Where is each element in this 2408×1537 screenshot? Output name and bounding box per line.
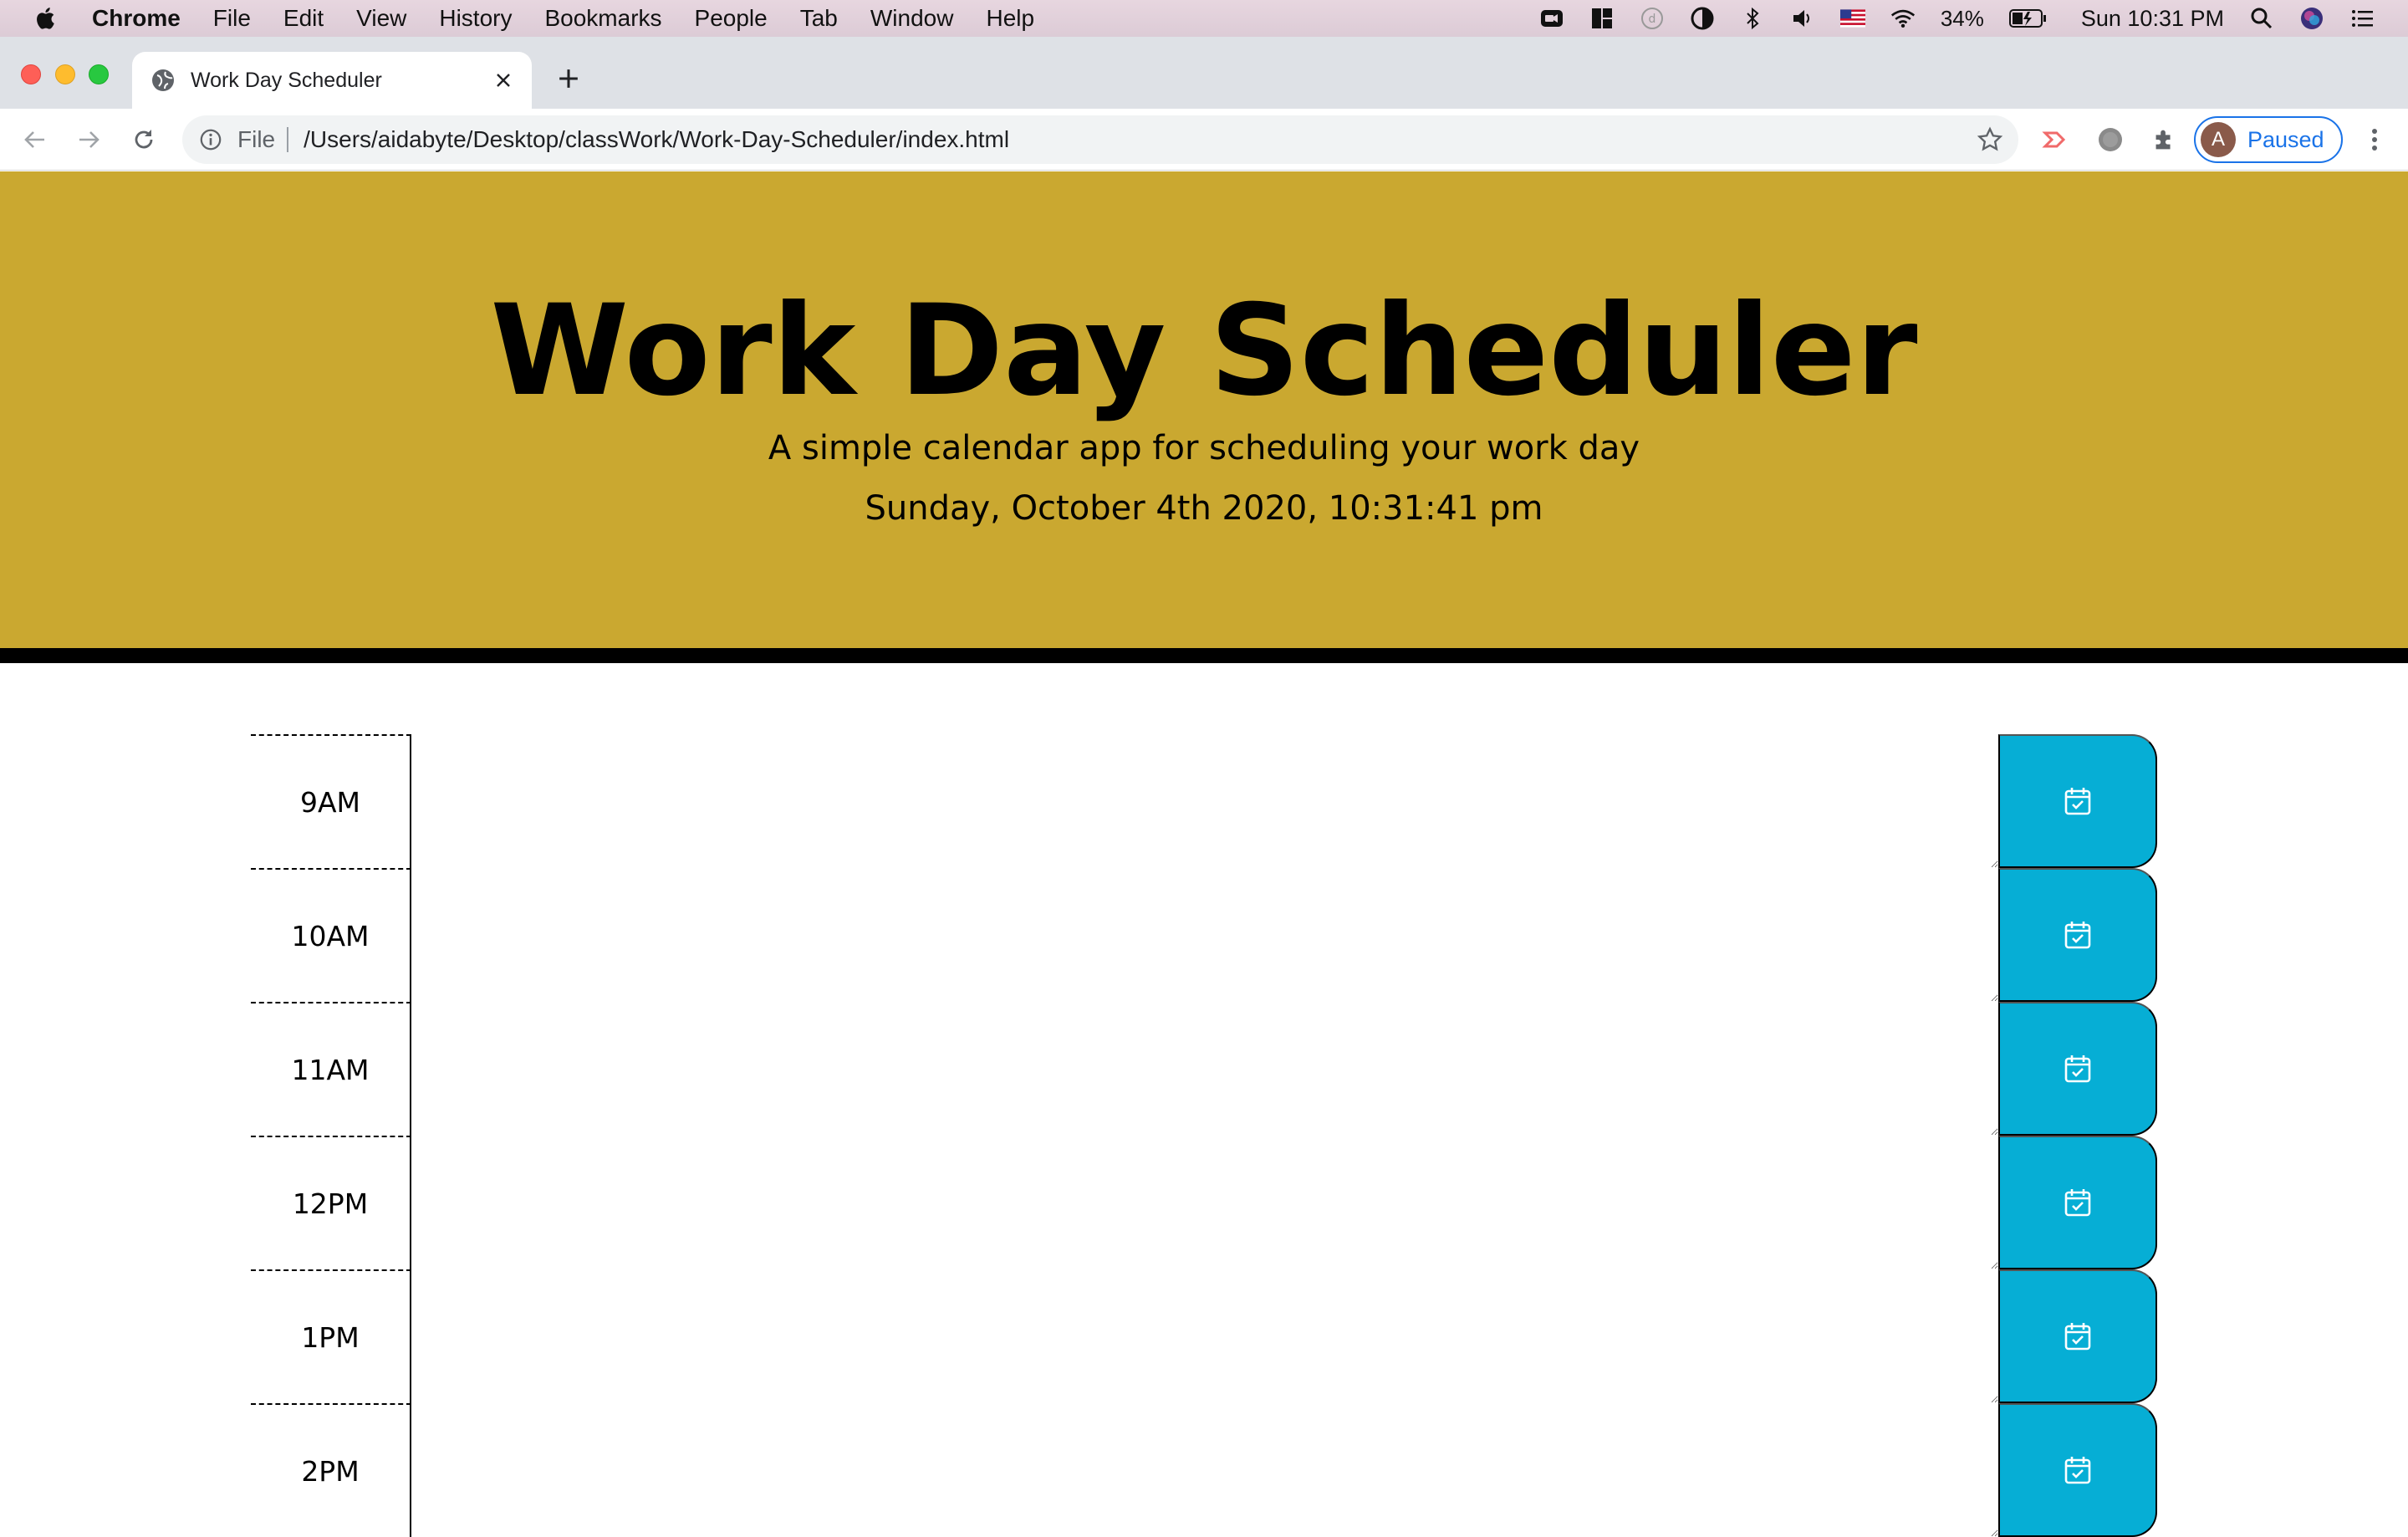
hour-label: 9AM (251, 734, 411, 868)
page-subtitle: A simple calendar app for scheduling you… (768, 429, 1640, 467)
window-zoom-button[interactable] (89, 64, 109, 84)
calendar-check-icon (2064, 1189, 2091, 1217)
browser-toolbar: File /Users/aidabyte/Desktop/classWork/W… (0, 109, 2408, 171)
new-tab-plus-icon[interactable] (552, 62, 585, 95)
globe-icon (150, 68, 176, 93)
menu-history[interactable]: History (439, 5, 512, 32)
us-flag-icon[interactable] (1839, 6, 1865, 31)
d-circle-icon[interactable]: d (1640, 6, 1665, 31)
url-text[interactable]: /Users/aidabyte/Desktop/classWork/Work-D… (304, 126, 1009, 153)
url-scheme-label: File (237, 126, 276, 152)
volume-icon[interactable] (1790, 6, 1815, 31)
profile-button[interactable]: A Paused (2194, 116, 2343, 163)
menu-window[interactable]: Window (870, 5, 954, 32)
hour-label: 2PM (251, 1403, 411, 1537)
time-block-row: 10AM (0, 868, 2408, 1002)
menu-view[interactable]: View (356, 5, 406, 32)
time-block-row: 9AM (0, 734, 2408, 868)
hour-label: 1PM (251, 1269, 411, 1403)
extension-cast-icon[interactable] (2040, 125, 2070, 155)
battery-icon[interactable] (2008, 6, 2048, 31)
tab-title: Work Day Scheduler (191, 68, 382, 92)
menu-tab[interactable]: Tab (800, 5, 838, 32)
window-close-button[interactable] (21, 64, 41, 84)
bluetooth-icon[interactable] (1740, 6, 1765, 31)
more-menu-icon[interactable] (2358, 123, 2391, 156)
browser-tab-active[interactable]: Work Day Scheduler (132, 52, 532, 109)
url-separator (287, 127, 289, 152)
forward-arrow-icon[interactable] (72, 123, 105, 156)
save-button[interactable] (1998, 1002, 2157, 1136)
bookmark-star-icon[interactable] (1977, 126, 2003, 153)
notification-center-icon[interactable] (2349, 6, 2375, 31)
svg-text:d: d (1648, 13, 1656, 26)
save-button[interactable] (1998, 734, 2157, 868)
save-button[interactable] (1998, 1269, 2157, 1403)
event-description-input[interactable] (413, 734, 1998, 868)
siri-icon[interactable] (2299, 6, 2324, 31)
time-block-row: 12PM (0, 1136, 2408, 1269)
macos-menu-bar: Chrome File Edit View History Bookmarks … (0, 0, 2408, 37)
time-block-row: 11AM (0, 1002, 2408, 1136)
save-button[interactable] (1998, 1136, 2157, 1269)
menu-bookmarks[interactable]: Bookmarks (544, 5, 661, 32)
event-description-input[interactable] (413, 868, 1998, 1002)
hour-label: 10AM (251, 868, 411, 1002)
back-arrow-icon[interactable] (18, 123, 52, 156)
page-title: Work Day Scheduler (490, 278, 1918, 424)
hour-label: 12PM (251, 1136, 411, 1269)
address-bar[interactable]: File /Users/aidabyte/Desktop/classWork/W… (182, 115, 2018, 164)
site-info-icon[interactable] (197, 126, 224, 153)
extensions-puzzle-icon[interactable] (2149, 125, 2179, 155)
window-minimize-button[interactable] (55, 64, 75, 84)
spotlight-search-icon[interactable] (2249, 6, 2274, 31)
hour-label: 11AM (251, 1002, 411, 1136)
wifi-icon[interactable] (1890, 6, 1916, 31)
avatar: A (2201, 122, 2236, 157)
apple-icon[interactable] (32, 3, 62, 33)
tab-close-icon[interactable] (490, 67, 517, 94)
calendar-check-icon (2064, 1457, 2091, 1484)
event-description-input[interactable] (413, 1403, 1998, 1537)
video-camera-icon[interactable] (1539, 6, 1564, 31)
reload-icon[interactable] (127, 123, 161, 156)
calendar-check-icon (2064, 1323, 2091, 1351)
save-button[interactable] (1998, 1403, 2157, 1537)
menu-file[interactable]: File (213, 5, 251, 32)
page-header: Work Day Scheduler A simple calendar app… (0, 171, 2408, 663)
status-area: d 34% Sun 10:31 PM (1539, 0, 2375, 37)
menu-help[interactable]: Help (986, 5, 1034, 32)
calendar-check-icon (2064, 922, 2091, 949)
event-description-input[interactable] (413, 1002, 1998, 1136)
event-description-input[interactable] (413, 1269, 1998, 1403)
time-block-row: 1PM (0, 1269, 2408, 1403)
menu-people[interactable]: People (695, 5, 768, 32)
contrast-icon[interactable] (1690, 6, 1715, 31)
extension-circle-icon[interactable] (2095, 125, 2125, 155)
battery-percentage[interactable]: 34% (1941, 6, 1984, 32)
menu-edit[interactable]: Edit (283, 5, 324, 32)
calendar-check-icon (2064, 1055, 2091, 1083)
window-layout-icon[interactable] (1589, 6, 1615, 31)
save-button[interactable] (1998, 868, 2157, 1002)
time-block-row: 2PM (0, 1403, 2408, 1537)
profile-status-label: Paused (2247, 126, 2324, 152)
event-description-input[interactable] (413, 1136, 1998, 1269)
calendar-check-icon (2064, 788, 2091, 815)
browser-tab-strip: Work Day Scheduler (0, 37, 2408, 109)
current-day: Sunday, October 4th 2020, 10:31:41 pm (865, 489, 1543, 528)
menu-app-name[interactable]: Chrome (92, 5, 181, 32)
clock[interactable]: Sun 10:31 PM (2081, 6, 2224, 32)
